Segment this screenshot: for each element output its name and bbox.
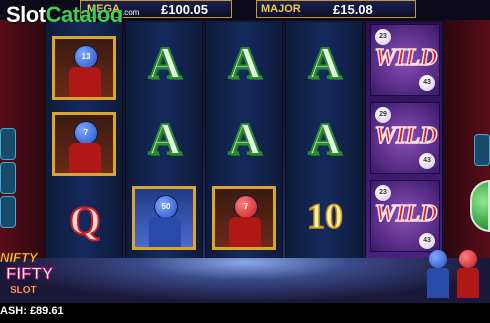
reel-3: A A 7 bbox=[205, 22, 283, 260]
ace-symbol: A bbox=[227, 36, 262, 89]
bingo-ball-head: 13 bbox=[74, 45, 98, 69]
character-symbol: 7 bbox=[212, 186, 276, 250]
mascot-body bbox=[457, 268, 479, 298]
ace-symbol: A bbox=[147, 112, 182, 165]
reel-grid: 13 7 Q A A 50 A A 7 A A 10 23 43 WILD 29… bbox=[45, 22, 447, 260]
major-value: £15.08 bbox=[333, 2, 373, 17]
ace-symbol: A bbox=[227, 112, 262, 165]
wild-label: WILD bbox=[374, 44, 438, 72]
bottom-bar bbox=[0, 303, 490, 323]
watermark-slot: Slot bbox=[6, 2, 46, 27]
character-body bbox=[229, 217, 261, 247]
ace-symbol: A bbox=[307, 112, 342, 165]
mascot-ball-head bbox=[459, 250, 477, 268]
bingo-ball-icon: 23 bbox=[375, 185, 391, 201]
stage-floor bbox=[0, 258, 490, 303]
reel-4: A A 10 bbox=[285, 22, 363, 260]
wild-label: WILD bbox=[374, 122, 438, 150]
game-logo-line3: SLOT bbox=[10, 285, 37, 297]
character-body bbox=[69, 67, 101, 97]
bingo-ball-head: 7 bbox=[234, 195, 258, 219]
right-side-button[interactable] bbox=[474, 134, 490, 166]
bingo-ball-icon: 23 bbox=[375, 29, 391, 45]
game-stage: MEGA £100.05 MAJOR £15.08 SlotCatalog .c… bbox=[0, 0, 490, 323]
left-side-button-3[interactable] bbox=[0, 196, 16, 228]
wild-symbol: 29 43 WILD bbox=[370, 102, 440, 174]
mascot-characters bbox=[425, 250, 485, 302]
mascot-ball-head bbox=[429, 250, 447, 268]
mascot-body bbox=[427, 268, 449, 298]
bingo-ball-icon: 43 bbox=[419, 233, 435, 249]
wild-symbol: 23 43 WILD bbox=[370, 24, 440, 96]
character-symbol: 7 bbox=[52, 112, 116, 176]
major-label: MAJOR bbox=[261, 3, 301, 15]
wild-symbol: 23 43 WILD bbox=[370, 180, 440, 252]
game-logo-line2: FIFTY bbox=[5, 264, 54, 284]
left-side-button-1[interactable] bbox=[0, 128, 16, 160]
ace-symbol: A bbox=[307, 36, 342, 89]
bingo-ball-icon: 43 bbox=[419, 75, 435, 91]
character-symbol: 50 bbox=[132, 186, 196, 250]
cash-balance: ASH: £89.61 bbox=[0, 305, 64, 317]
queen-symbol: Q bbox=[68, 197, 101, 244]
reel-5: 23 43 WILD 29 43 WILD 23 43 WILD bbox=[365, 22, 443, 260]
ace-symbol: A bbox=[147, 36, 182, 89]
reel-1: 13 7 Q bbox=[45, 22, 123, 260]
wild-label: WILD bbox=[374, 200, 438, 228]
game-logo: NIFTY FIFTY SLOT bbox=[0, 250, 58, 302]
game-logo-line1: NIFTY bbox=[0, 250, 38, 266]
character-body bbox=[69, 143, 101, 173]
reel-2: A A 50 bbox=[125, 22, 203, 260]
bingo-ball-icon: 29 bbox=[375, 107, 391, 123]
bingo-ball-icon: 43 bbox=[419, 153, 435, 169]
bingo-ball-head: 50 bbox=[154, 195, 178, 219]
watermark-suffix: .com bbox=[122, 8, 140, 17]
character-body bbox=[149, 217, 181, 247]
major-jackpot: MAJOR £15.08 bbox=[256, 0, 416, 18]
bingo-ball-head: 7 bbox=[74, 121, 98, 145]
character-symbol: 13 bbox=[52, 36, 116, 100]
ten-symbol: 10 bbox=[306, 195, 344, 237]
mega-value: £100.05 bbox=[161, 2, 208, 17]
left-side-button-2[interactable] bbox=[0, 162, 16, 194]
